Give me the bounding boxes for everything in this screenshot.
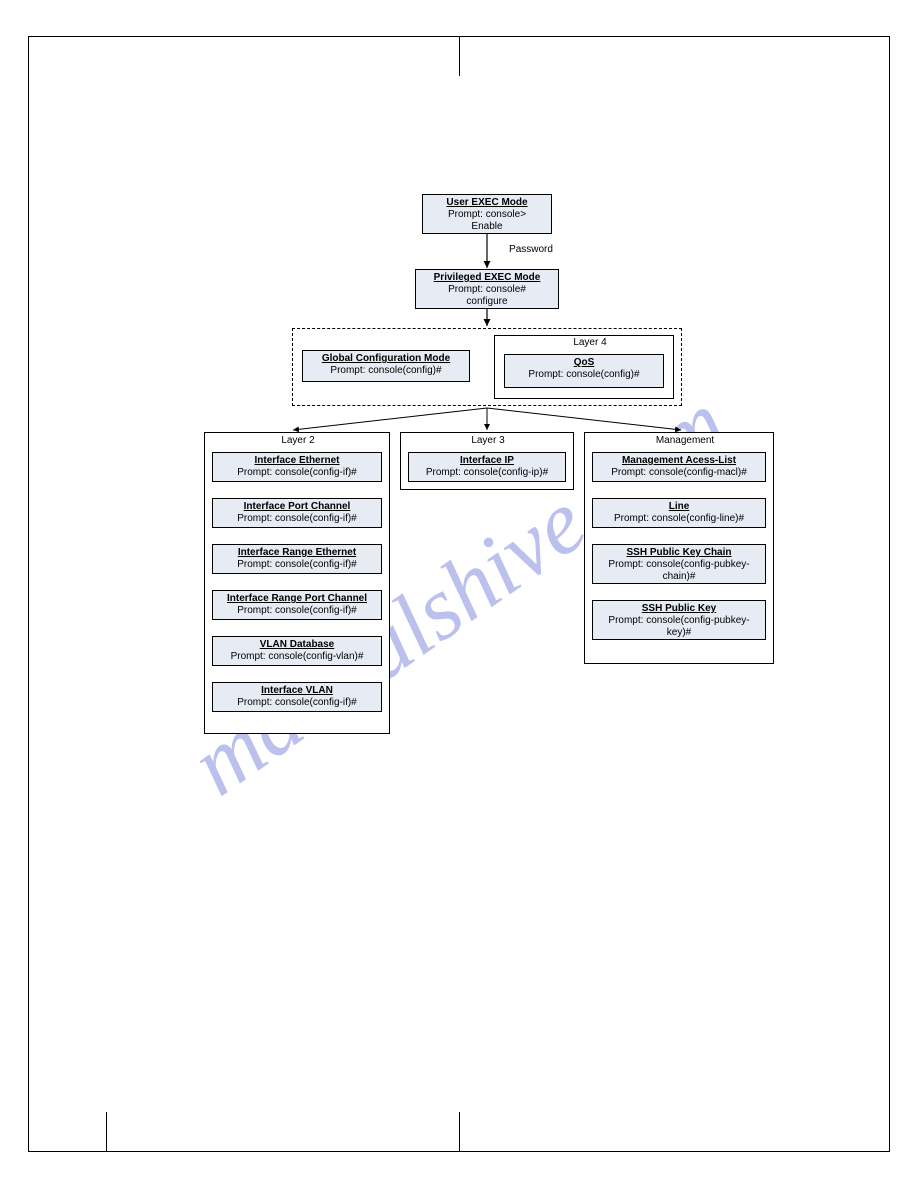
node-line: Prompt: console(config-vlan)#	[217, 651, 377, 663]
top-center-tick	[459, 36, 460, 76]
node-title: Interface Range Ethernet	[217, 547, 377, 559]
node-if-port-channel: Interface Port Channel Prompt: console(c…	[212, 498, 382, 528]
node-line: Prompt: console(config-line)#	[597, 513, 761, 525]
node-title: Interface Range Port Channel	[217, 593, 377, 605]
node-if-ip: Interface IP Prompt: console(config-ip)#	[408, 452, 566, 482]
node-line: Prompt: console(config-if)#	[217, 467, 377, 479]
node-line: Prompt: console(config)#	[307, 365, 465, 377]
edge-label-password: Password	[496, 244, 566, 255]
page: manualshive.com User EXEC Mode Prompt: c…	[0, 0, 918, 1188]
node-title: SSH Public Key Chain	[597, 547, 761, 559]
node-line: Prompt: console#	[420, 284, 554, 296]
bottom-center-tick	[459, 1112, 460, 1152]
node-title: Privileged EXEC Mode	[420, 272, 554, 284]
node-title: Global Configuration Mode	[307, 353, 465, 365]
node-qos: QoS Prompt: console(config)#	[504, 354, 664, 388]
node-line: Prompt: console(config-ip)#	[413, 467, 561, 479]
node-title: Line	[597, 501, 761, 513]
node-title: Interface Port Channel	[217, 501, 377, 513]
node-ssh-chain: SSH Public Key Chain Prompt: console(con…	[592, 544, 766, 584]
node-line: Prompt: console(config-if)#	[217, 697, 377, 709]
node-user-exec: User EXEC Mode Prompt: console> Enable	[422, 194, 552, 234]
node-mgmt-acl: Management Acess-List Prompt: console(co…	[592, 452, 766, 482]
node-line: Prompt: console(config-pubkey-key)#	[597, 615, 761, 639]
node-line: Prompt: console(config-if)#	[217, 559, 377, 571]
group-label-management: Management	[640, 435, 730, 446]
node-title: Management Acess-List	[597, 455, 761, 467]
node-global-config: Global Configuration Mode Prompt: consol…	[302, 350, 470, 382]
node-line: Prompt: console>	[427, 209, 547, 221]
node-title: Interface VLAN	[217, 685, 377, 697]
node-vlan-database: VLAN Database Prompt: console(config-vla…	[212, 636, 382, 666]
node-title: Interface Ethernet	[217, 455, 377, 467]
node-line: Enable	[427, 221, 547, 233]
node-line: Prompt: console(config)#	[509, 369, 659, 381]
node-title: SSH Public Key	[597, 603, 761, 615]
node-title: Interface IP	[413, 455, 561, 467]
node-if-ethernet: Interface Ethernet Prompt: console(confi…	[212, 452, 382, 482]
group-label-layer2: Layer 2	[268, 435, 328, 446]
group-label-layer4: Layer 4	[560, 337, 620, 348]
node-if-range-port-channel: Interface Range Port Channel Prompt: con…	[212, 590, 382, 620]
node-if-range-ethernet: Interface Range Ethernet Prompt: console…	[212, 544, 382, 574]
group-label-layer3: Layer 3	[458, 435, 518, 446]
node-line: Prompt: console(config-macl)#	[597, 467, 761, 479]
node-line-mode: Line Prompt: console(config-line)#	[592, 498, 766, 528]
node-line: configure	[420, 296, 554, 308]
node-title: QoS	[509, 357, 659, 369]
node-priv-exec: Privileged EXEC Mode Prompt: console# co…	[415, 269, 559, 309]
node-if-vlan: Interface VLAN Prompt: console(config-if…	[212, 682, 382, 712]
node-line: Prompt: console(config-if)#	[217, 513, 377, 525]
node-title: VLAN Database	[217, 639, 377, 651]
node-title: User EXEC Mode	[427, 197, 547, 209]
node-line: Prompt: console(config-pubkey-chain)#	[597, 559, 761, 583]
node-line: Prompt: console(config-if)#	[217, 605, 377, 617]
bottom-left-tick	[106, 1112, 107, 1152]
node-ssh-key: SSH Public Key Prompt: console(config-pu…	[592, 600, 766, 640]
